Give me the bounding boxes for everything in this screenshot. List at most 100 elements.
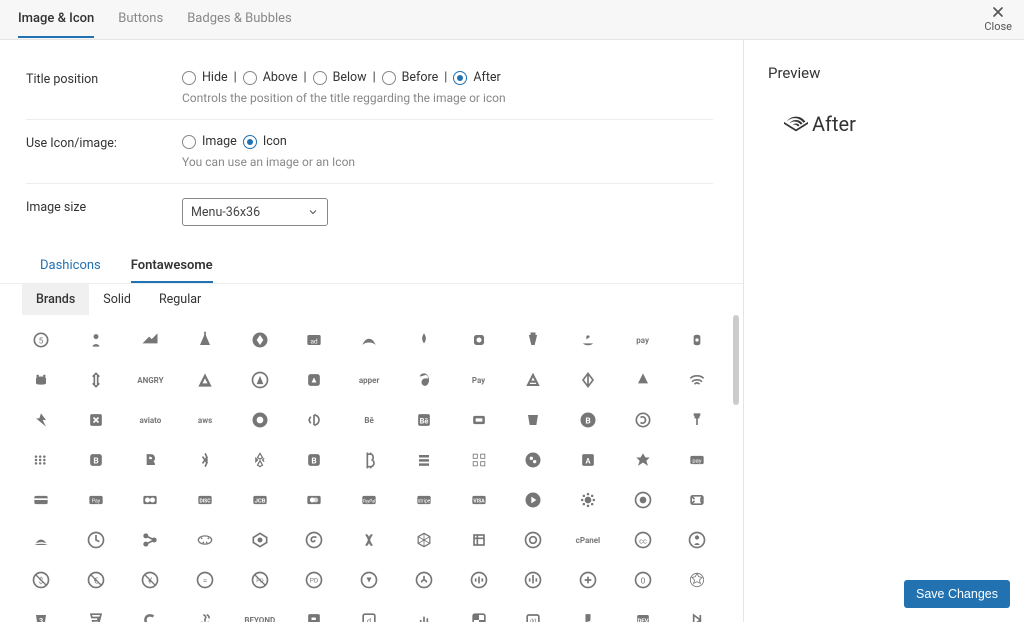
icon-adversal[interactable]: ad [295, 325, 333, 355]
tab-image-icon[interactable]: Image & Icon [18, 1, 94, 38]
subcat-regular[interactable]: Regular [145, 284, 215, 315]
icon-autoprefixer[interactable] [22, 405, 60, 435]
scrollbar[interactable] [733, 315, 739, 405]
icon-cc-amex[interactable] [22, 485, 60, 515]
icon-asymmetrik[interactable] [569, 365, 607, 395]
icon-apple[interactable] [405, 365, 443, 395]
icon-blogger-b[interactable] [131, 445, 169, 475]
radio-above[interactable] [243, 71, 257, 85]
icon-artstation[interactable] [514, 365, 552, 395]
icon-canadian-maple-leaf[interactable] [624, 445, 662, 475]
icon-dev[interactable] [569, 605, 607, 622]
icon-avianex[interactable] [77, 405, 115, 435]
icon-cloudversify[interactable] [186, 525, 224, 555]
icon-aws[interactable]: aws [186, 405, 224, 435]
icon-bandcamp[interactable] [241, 405, 279, 435]
icon-apple-pay[interactable]: Pay [460, 365, 498, 395]
radio-hide[interactable] [182, 71, 196, 85]
icon-cloudflare[interactable] [22, 525, 60, 555]
icon-deploydog[interactable] [460, 605, 498, 622]
icon-codiepie[interactable] [295, 525, 333, 555]
icon-bluetooth[interactable] [186, 445, 224, 475]
icon-behance[interactable]: Bē [350, 405, 388, 435]
icon-buy-n-large[interactable] [514, 445, 552, 475]
tab-badges[interactable]: Badges & Bubbles [187, 1, 292, 38]
icon-creative-commons-nc[interactable]: $ [22, 565, 60, 595]
icon-black-tie[interactable] [678, 405, 716, 435]
icon-bitcoin[interactable]: B [569, 405, 607, 435]
icon-cc-discover[interactable]: DISC [186, 485, 224, 515]
icon-centos[interactable] [569, 485, 607, 515]
icon-d-and-d[interactable] [186, 605, 224, 622]
icon-creative-commons-nd[interactable]: = [186, 565, 224, 595]
icon-cc-diners-club[interactable] [131, 485, 169, 515]
icon-audible[interactable] [678, 365, 716, 395]
icon-creative-commons-pd-alt[interactable]: PD [295, 565, 333, 595]
icon-creative-commons-zero[interactable]: 0 [624, 565, 662, 595]
icon-confluence[interactable] [350, 525, 388, 555]
icon-cc-visa[interactable]: VISA [460, 485, 498, 515]
save-changes-button[interactable]: Save Changes [904, 580, 1010, 608]
icon-cuttlefish[interactable] [131, 605, 169, 622]
icon-accessible-icon[interactable] [77, 325, 115, 355]
icon-alipay[interactable] [514, 325, 552, 355]
icon-cc-mastercard[interactable] [295, 485, 333, 515]
icon-android[interactable] [22, 365, 60, 395]
icon-centercode[interactable] [514, 485, 552, 515]
icon-creative-commons-nc-eu[interactable]: € [77, 565, 115, 595]
icon-creative-commons-by[interactable] [678, 525, 716, 555]
icon-amazon[interactable] [569, 325, 607, 355]
icon-deskpro[interactable]: dd [514, 605, 552, 622]
icon-dashcube[interactable] [295, 605, 333, 622]
icon-bootstrap[interactable]: B [295, 445, 333, 475]
icon-algolia[interactable] [460, 325, 498, 355]
icon-buysellads[interactable]: A [569, 445, 607, 475]
icon-codepen[interactable] [241, 525, 279, 555]
icon-cc-apple-pay[interactable]: Pay [77, 485, 115, 515]
icon-apper[interactable]: apper [350, 365, 388, 395]
icon-dhl[interactable] [678, 605, 716, 622]
icon-deezer[interactable]: d [350, 605, 388, 622]
icon-buromobelexperte[interactable] [460, 445, 498, 475]
icon-creative-commons-pd[interactable]: PD [241, 565, 279, 595]
icon-angrycreative[interactable]: ANGRY [131, 365, 169, 395]
icon-css3-alt[interactable] [77, 605, 115, 622]
icon-airbnb[interactable] [405, 325, 443, 355]
icon-cc-jcb[interactable]: JCB [241, 485, 279, 515]
icon-cloudsmith[interactable] [131, 525, 169, 555]
icon-amazon-pay[interactable]: pay [624, 325, 662, 355]
icon-creative-commons-remix[interactable] [350, 565, 388, 595]
close-button[interactable]: Close [984, 4, 1012, 33]
icon-buffer[interactable] [405, 445, 443, 475]
tab-dashicons[interactable]: Dashicons [40, 250, 101, 283]
icon-500px[interactable]: 5 [22, 325, 60, 355]
icon-grid[interactable]: 5adpayANGRYapperPayaviatoawsBēBēBBBApayP… [0, 315, 743, 622]
icon-creative-commons-sa[interactable] [405, 565, 443, 595]
icon-blogger[interactable]: B [77, 445, 115, 475]
icon-adn[interactable] [241, 325, 279, 355]
icon-bimobject[interactable] [460, 405, 498, 435]
icon-cpanel[interactable]: cPanel [569, 525, 607, 555]
icon-battle-net[interactable] [295, 405, 333, 435]
icon-d-and-d-beyond[interactable]: BEYOND [241, 605, 279, 622]
icon-app-store[interactable] [241, 365, 279, 395]
icon-creative-commons-sampling[interactable] [460, 565, 498, 595]
icon-contao[interactable] [460, 525, 498, 555]
icon-btc[interactable] [350, 445, 388, 475]
icon-amilia[interactable] [678, 325, 716, 355]
radio-image[interactable] [182, 135, 196, 149]
subcat-solid[interactable]: Solid [89, 284, 145, 315]
icon-chromecast[interactable] [678, 485, 716, 515]
icon-critical-role[interactable] [678, 565, 716, 595]
icon-accusoft[interactable] [131, 325, 169, 355]
icon-acquisitions-incorporated[interactable] [186, 325, 224, 355]
icon-creative-commons-nc-jp[interactable]: ¥ [131, 565, 169, 595]
radio-icon[interactable] [243, 135, 257, 149]
icon-aviato[interactable]: aviato [131, 405, 169, 435]
icon-creative-commons[interactable]: cc [624, 525, 662, 555]
icon-angular[interactable] [186, 365, 224, 395]
icon-affiliatetheme[interactable] [350, 325, 388, 355]
icon-bity[interactable] [624, 405, 662, 435]
icon-app-store-ios[interactable] [295, 365, 333, 395]
icon-creative-commons-sampling-plus[interactable] [514, 565, 552, 595]
